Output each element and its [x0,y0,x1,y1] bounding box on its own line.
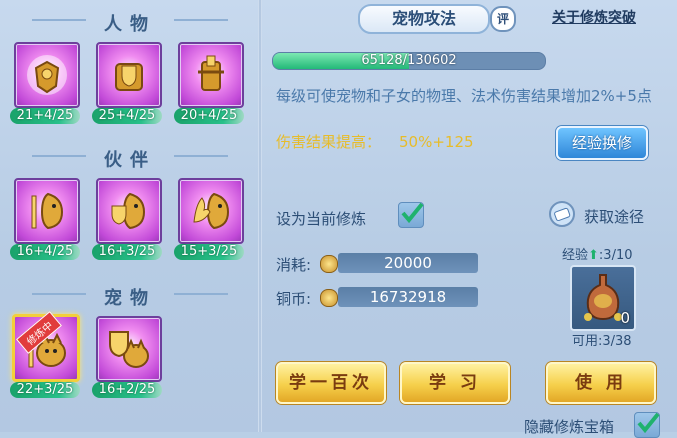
title-ornament-right [174,19,228,21]
available-count: 可用:3/38 [572,334,632,349]
copper-value: 16732918 [338,287,478,307]
coin-icon [320,255,338,273]
acquire-label[interactable]: 获取途径 [584,206,644,227]
title-ornament-right [174,155,228,157]
skill-description: 每级可使宠物和子女的物理、法术伤害结果增加2%+5点 [276,87,652,105]
set-current-label: 设为当前修炼 [276,210,367,228]
use-button[interactable]: 使 用 [546,362,656,404]
exchange-exp-button[interactable]: 经验换修 [556,126,648,160]
skill-level: 16+3/25 [92,244,162,260]
cost-value: 20000 [338,253,478,273]
skill-tile-armor[interactable] [14,42,80,108]
section-title-pet: 宠物 [10,284,250,310]
skill-level: 22+3/25 [10,382,80,398]
skill-tile-warrior[interactable] [178,42,244,108]
learn-button[interactable]: 学 习 [400,362,510,404]
skill-tile-pet-attack[interactable]: 修炼中 [12,311,80,382]
copper-label: 铜币: [276,290,312,308]
damage-boost-value: 50%+125 [399,133,474,151]
rating-icon[interactable]: 评 [490,6,516,32]
hide-chest-checkbox[interactable] [634,412,660,438]
skill-tile-partner-sword[interactable] [14,178,80,244]
section-title-character: 人物 [10,10,250,36]
exp-progress-text: 65128/130602 [361,53,457,68]
armor-icon [27,55,67,95]
acquire-icon[interactable] [546,200,578,228]
partner-palm-icon [193,192,230,230]
skill-level: 16+4/25 [10,244,80,260]
coin-icon [320,289,338,307]
item-count: 0 [620,309,630,327]
title-ornament-left [32,19,86,21]
checkmark-icon [401,202,424,224]
panel-divider [258,0,262,432]
damage-boost-label: 伤害结果提高： [276,133,382,151]
skill-title: 宠物攻法 [358,4,490,34]
hide-chest-label: 隐藏修炼宝箱 [524,418,615,436]
checkmark-icon [637,412,660,434]
section-title-text: 伙伴 [104,150,156,171]
up-arrow-icon: ⬆ [588,248,599,263]
partner-sword-icon [31,192,64,230]
section-title-text: 人物 [104,14,156,35]
skill-level: 21+4/25 [10,108,80,124]
skill-level: 16+2/25 [92,382,162,398]
skill-level: 25+4/25 [92,108,162,124]
skill-level: 15+3/25 [174,244,244,260]
skill-level: 20+4/25 [174,108,244,124]
title-ornament-left [32,155,86,157]
section-title-partner: 伙伴 [10,146,250,172]
exp-item-label: 经验 [562,248,589,263]
exp-item-info: 经验⬆:3/10 [562,244,633,263]
skill-tile-partner-palm[interactable] [178,178,244,244]
partner-shield-icon [111,192,146,230]
shield-body-icon [115,63,143,91]
about-breakthrough-link[interactable]: 关于修炼突破 [552,7,636,27]
pet-defense-icon [109,331,149,368]
warrior-icon [198,55,224,91]
skill-tile-partner-shield[interactable] [96,178,162,244]
set-current-checkbox[interactable] [398,202,424,228]
title-ornament-right [174,293,228,295]
skill-tile-pet-defense[interactable] [96,316,162,382]
damage-boost: 伤害结果提高： 50%+125 [276,131,474,152]
cost-label: 消耗: [276,256,312,274]
title-ornament-left [32,293,86,295]
exp-item-ratio: :3/10 [598,248,633,263]
section-title-text: 宠物 [104,288,156,309]
skill-tile-shield-body[interactable] [96,42,162,108]
exp-progress-bar: 65128/130602 [272,52,546,70]
learn-hundred-button[interactable]: 学一百次 [276,362,386,404]
exp-item-slot[interactable]: 0 [570,265,636,331]
